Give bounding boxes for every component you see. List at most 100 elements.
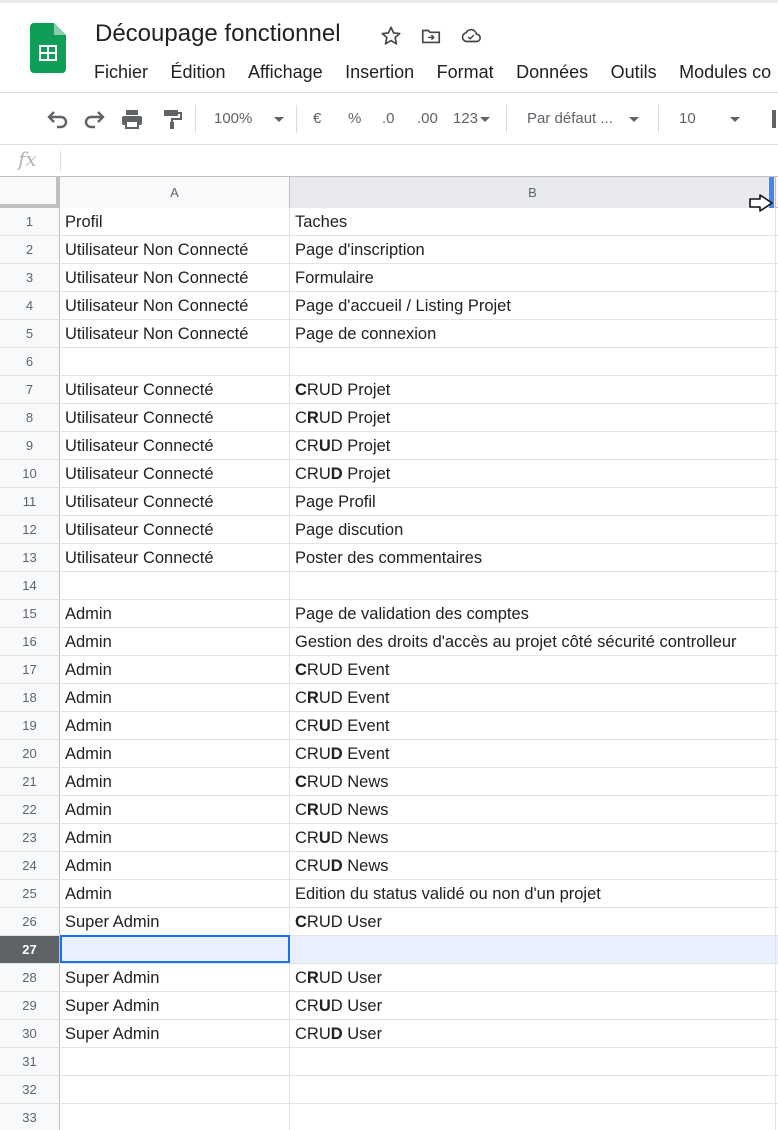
- cell-profil[interactable]: Super Admin: [60, 908, 290, 935]
- cell-taches[interactable]: Page de connexion: [290, 320, 776, 347]
- cell-taches[interactable]: CRUD User: [290, 992, 776, 1019]
- row-number[interactable]: 23: [0, 824, 60, 851]
- cell-profil[interactable]: Utilisateur Non Connecté: [60, 292, 290, 319]
- cell-taches[interactable]: Page de validation des comptes: [290, 600, 776, 627]
- cell-taches[interactable]: CRUD Projet: [290, 376, 776, 403]
- row-number[interactable]: 24: [0, 852, 60, 879]
- row-number[interactable]: 14: [0, 572, 60, 599]
- row-number[interactable]: 30: [0, 1020, 60, 1047]
- cell-profil[interactable]: Admin: [60, 712, 290, 739]
- row-number[interactable]: 16: [0, 628, 60, 655]
- cell-taches[interactable]: CRUD News: [290, 768, 776, 795]
- cell-taches[interactable]: Formulaire: [290, 264, 776, 291]
- row-number[interactable]: 25: [0, 880, 60, 907]
- redo-icon[interactable]: [82, 107, 106, 131]
- cell-taches[interactable]: [290, 572, 776, 599]
- more-formats-button[interactable]: 123: [453, 107, 491, 131]
- cell-profil[interactable]: Utilisateur Non Connecté: [60, 320, 290, 347]
- row-number[interactable]: 32: [0, 1076, 60, 1103]
- cell-profil[interactable]: Admin: [60, 852, 290, 879]
- cell-profil[interactable]: Admin: [60, 796, 290, 823]
- cell-profil[interactable]: Super Admin: [60, 1020, 290, 1047]
- cell-taches[interactable]: CRUD News: [290, 852, 776, 879]
- cell-profil[interactable]: Admin: [60, 656, 290, 683]
- cell-taches[interactable]: [290, 1104, 776, 1130]
- cell-taches[interactable]: CRUD Event: [290, 712, 776, 739]
- currency-format-button[interactable]: €: [313, 107, 321, 131]
- row-number[interactable]: 20: [0, 740, 60, 767]
- cell-taches[interactable]: CRUD News: [290, 796, 776, 823]
- cell-profil[interactable]: Utilisateur Connecté: [60, 488, 290, 515]
- cell-profil[interactable]: Utilisateur Connecté: [60, 432, 290, 459]
- cell-profil[interactable]: Admin: [60, 600, 290, 627]
- row-number[interactable]: 27: [0, 936, 60, 963]
- cell-profil[interactable]: Utilisateur Non Connecté: [60, 264, 290, 291]
- row-number[interactable]: 19: [0, 712, 60, 739]
- cell-profil[interactable]: Profil: [60, 208, 290, 235]
- row-number[interactable]: 13: [0, 544, 60, 571]
- cell-profil[interactable]: Admin: [60, 824, 290, 851]
- cloud-saved-icon[interactable]: [460, 25, 482, 47]
- row-number[interactable]: 17: [0, 656, 60, 683]
- cell-taches[interactable]: [290, 348, 776, 375]
- cell-taches[interactable]: Gestion des droits d'accès au projet côt…: [290, 628, 776, 655]
- cell-taches[interactable]: Page d'inscription: [290, 236, 776, 263]
- row-number[interactable]: 26: [0, 908, 60, 935]
- cell-taches[interactable]: CRUD Event: [290, 656, 776, 683]
- cell-taches[interactable]: CRUD User: [290, 908, 776, 935]
- font-family-select[interactable]: Par défaut ...: [527, 107, 639, 131]
- row-number[interactable]: 1: [0, 208, 60, 235]
- cell-profil[interactable]: Utilisateur Connecté: [60, 544, 290, 571]
- zoom-select[interactable]: 100%: [214, 107, 285, 131]
- row-number[interactable]: 33: [0, 1104, 60, 1130]
- cell-taches[interactable]: CRUD Projet: [290, 460, 776, 487]
- row-number[interactable]: 18: [0, 684, 60, 711]
- cell-profil[interactable]: Admin: [60, 880, 290, 907]
- row-number[interactable]: 22: [0, 796, 60, 823]
- cell-taches[interactable]: CRUD User: [290, 1020, 776, 1047]
- menu-insertion[interactable]: Insertion: [345, 59, 414, 85]
- row-number[interactable]: 29: [0, 992, 60, 1019]
- select-all-corner[interactable]: [0, 177, 60, 208]
- row-number[interactable]: 28: [0, 964, 60, 991]
- cell-taches[interactable]: CRUD User: [290, 964, 776, 991]
- cell-profil[interactable]: Super Admin: [60, 992, 290, 1019]
- menu-affichage[interactable]: Affichage: [248, 59, 323, 85]
- row-number[interactable]: 21: [0, 768, 60, 795]
- column-header-b[interactable]: B: [290, 177, 776, 208]
- cell-profil[interactable]: Utilisateur Connecté: [60, 376, 290, 403]
- cell-taches[interactable]: CRUD Projet: [290, 432, 776, 459]
- cell-profil[interactable]: [60, 1048, 290, 1075]
- row-number[interactable]: 2: [0, 236, 60, 263]
- paint-format-icon[interactable]: [160, 107, 184, 131]
- cell-taches[interactable]: [290, 936, 776, 963]
- row-number[interactable]: 3: [0, 264, 60, 291]
- cell-taches[interactable]: CRUD News: [290, 824, 776, 851]
- menu-edition[interactable]: Édition: [170, 59, 225, 85]
- row-number[interactable]: 15: [0, 600, 60, 627]
- print-icon[interactable]: [120, 107, 144, 131]
- row-number[interactable]: 12: [0, 516, 60, 543]
- menu-format[interactable]: Format: [437, 59, 494, 85]
- cell-profil[interactable]: Utilisateur Connecté: [60, 516, 290, 543]
- cell-taches[interactable]: CRUD Projet: [290, 404, 776, 431]
- cell-taches[interactable]: Taches: [290, 208, 776, 235]
- row-number[interactable]: 8: [0, 404, 60, 431]
- cell-profil[interactable]: [60, 1104, 290, 1130]
- cell-taches[interactable]: Page d'accueil / Listing Projet: [290, 292, 776, 319]
- column-header-a[interactable]: A: [60, 177, 290, 208]
- percent-format-button[interactable]: %: [348, 107, 361, 131]
- cell-profil[interactable]: [60, 572, 290, 599]
- move-to-folder-icon[interactable]: [420, 25, 442, 47]
- cell-taches[interactable]: Poster des commentaires: [290, 544, 776, 571]
- increase-decimals-button[interactable]: .00: [417, 107, 438, 131]
- menu-fichier[interactable]: Fichier: [94, 59, 148, 85]
- cell-profil[interactable]: Utilisateur Connecté: [60, 404, 290, 431]
- menu-donnees[interactable]: Données: [516, 59, 588, 85]
- cell-profil[interactable]: Utilisateur Non Connecté: [60, 236, 290, 263]
- cell-profil[interactable]: Admin: [60, 768, 290, 795]
- row-number[interactable]: 11: [0, 488, 60, 515]
- font-size-select[interactable]: 10: [679, 107, 740, 131]
- menu-modules[interactable]: Modules co: [679, 59, 771, 85]
- cell-profil[interactable]: [60, 1076, 290, 1103]
